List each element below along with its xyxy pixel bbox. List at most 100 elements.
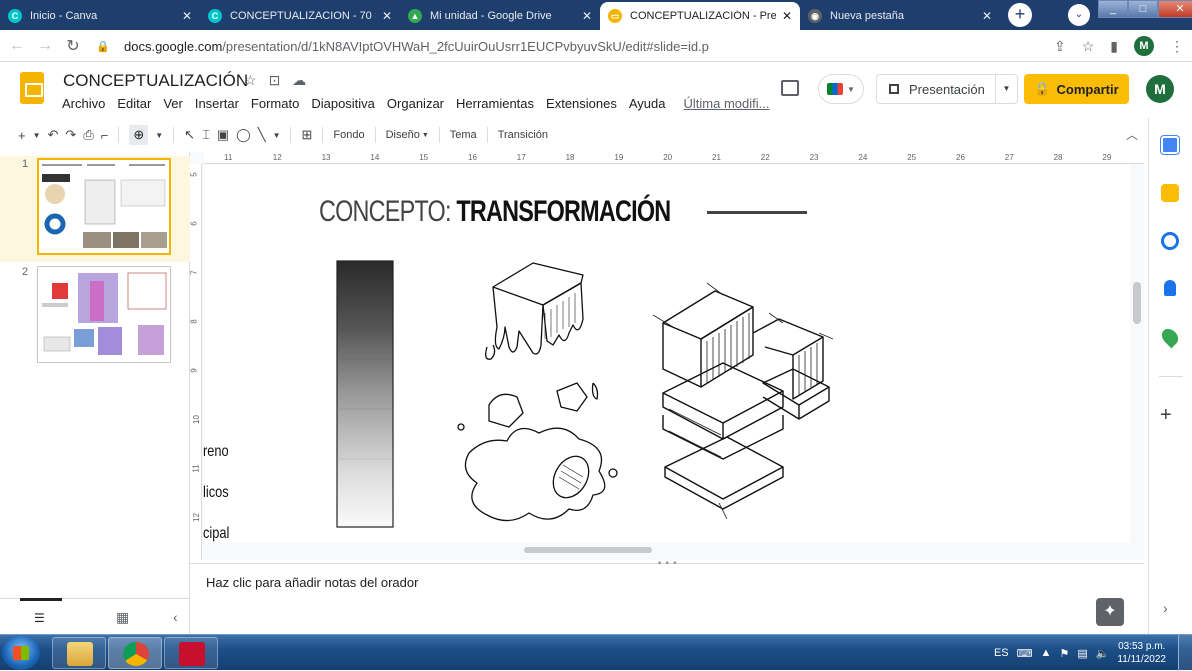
slide-thumbnail-1[interactable] — [37, 158, 171, 255]
expand-panel-icon[interactable]: › — [1163, 600, 1168, 616]
forward-icon[interactable]: → — [34, 37, 56, 55]
close-tab-icon[interactable]: ✕ — [382, 9, 392, 23]
slide-canvas[interactable]: 11 12 13 14 15 16 17 18 19 20 21 22 23 24 25 26 27 28 29 5… — [190, 152, 1144, 560]
keyboard-icon[interactable]: ⌨ — [1017, 647, 1033, 660]
minimize-button[interactable]: _ — [1098, 0, 1128, 18]
start-button[interactable] — [2, 636, 40, 670]
browser-tab[interactable]: ▲ Mi unidad - Google Drive ✕ — [400, 2, 600, 30]
new-tab-button[interactable]: + — [1008, 3, 1032, 27]
maximize-button[interactable]: □ — [1128, 0, 1158, 18]
menu-item[interactable]: Editar — [117, 96, 151, 111]
browser-tab[interactable]: ▭ CONCEPTUALIZACIÓN - Prese ✕ — [600, 2, 800, 30]
transition-button[interactable]: Transición — [498, 129, 548, 141]
share-page-icon[interactable]: ⇪ — [1054, 38, 1066, 55]
close-tab-icon[interactable]: ✕ — [582, 9, 592, 23]
account-avatar[interactable]: M — [1146, 75, 1174, 103]
slide-title[interactable]: CONCEPTO: TRANSFORMACIÓN — [319, 195, 671, 229]
shape-icon[interactable]: ◯ — [236, 127, 251, 143]
image-icon[interactable]: ▣ — [217, 127, 229, 143]
network-icon[interactable]: ▤ — [1077, 647, 1087, 660]
menu-item[interactable]: Herramientas — [456, 96, 534, 111]
speaker-notes[interactable]: • • • Haz clic para añadir notas del ora… — [190, 558, 1144, 634]
clock[interactable]: 03:53 p.m. 11/11/2022 — [1117, 640, 1166, 666]
vertical-scrollbar[interactable] — [1133, 282, 1141, 324]
bookmark-star-icon[interactable]: ☆ — [1082, 38, 1095, 55]
collapse-filmstrip-icon[interactable]: ‹ — [173, 609, 178, 625]
explore-icon[interactable]: ✦ — [1096, 598, 1124, 626]
speaker-notes-placeholder[interactable]: Haz clic para añadir notas del orador — [206, 575, 418, 590]
calendar-icon[interactable] — [1161, 136, 1179, 154]
vertical-ruler[interactable]: 5 6 7 8 9 10 11 12 — [190, 164, 202, 560]
share-button[interactable]: 🔒 Compartir — [1024, 74, 1129, 104]
volume-icon[interactable]: 🔈 — [1096, 647, 1110, 660]
browser-tab[interactable]: ◉ Nueva pestaña ✕ — [800, 2, 1000, 30]
tray-expand-icon[interactable]: ▲ — [1041, 647, 1052, 659]
close-tab-icon[interactable]: ✕ — [182, 9, 192, 23]
language-indicator[interactable]: ES — [994, 647, 1009, 659]
browser-menu-icon[interactable]: ⋮ — [1170, 38, 1184, 55]
slide-thumbnail-2[interactable] — [37, 266, 171, 363]
menu-item[interactable]: Archivo — [62, 96, 105, 111]
close-tab-icon[interactable]: ✕ — [982, 9, 992, 23]
browser-tab[interactable]: C CONCEPTUALIZACION - 70 × ✕ — [200, 2, 400, 30]
background-button[interactable]: Fondo — [333, 129, 364, 141]
zoom-dropdown-icon[interactable]: ▼ — [155, 131, 163, 140]
profile-avatar[interactable]: M — [1134, 36, 1154, 56]
browser-tab[interactable]: C Inicio - Canva ✕ — [0, 2, 200, 30]
undo-icon[interactable]: ↶ — [48, 127, 59, 143]
menu-item[interactable]: Diapositiva — [311, 96, 375, 111]
url-input[interactable]: 🔒 docs.google.com/presentation/d/1kN8AVI… — [96, 34, 1036, 58]
present-button[interactable]: Presentación ▼ — [876, 74, 1018, 104]
maps-icon[interactable] — [1158, 325, 1182, 349]
text-box-icon[interactable]: ⌶ — [202, 127, 210, 143]
paint-format-icon[interactable]: ⌐ — [101, 128, 109, 143]
star-icon[interactable]: ☆ — [244, 72, 257, 89]
last-edit-link[interactable]: Última modifi... — [684, 96, 770, 111]
grid-view-icon[interactable]: ▦ — [116, 609, 129, 626]
contacts-icon[interactable] — [1164, 280, 1176, 296]
theme-button[interactable]: Tema — [450, 129, 477, 141]
move-folder-icon[interactable]: ⊡ — [269, 72, 281, 89]
layout-button[interactable]: Diseño — [386, 129, 420, 141]
comment-history-icon[interactable] — [781, 80, 799, 96]
layout-dropdown-icon[interactable]: ▼ — [422, 132, 429, 139]
tab-search-icon[interactable]: ⌄ — [1068, 4, 1090, 26]
meet-button[interactable]: ▼ — [818, 74, 864, 104]
melting-cube-sketch[interactable] — [453, 257, 623, 527]
slide-side-label[interactable]: cipal — [203, 525, 229, 543]
zoom-icon[interactable]: ⊕ — [129, 125, 149, 145]
list-view-icon[interactable]: ☰ — [20, 598, 62, 625]
gradient-swatch-sketch[interactable] — [333, 259, 397, 531]
horizontal-ruler[interactable]: 11 12 13 14 15 16 17 18 19 20 21 22 23 24 25 26 27 28 29 — [204, 152, 1144, 164]
slide-side-label[interactable]: reno — [203, 443, 229, 461]
line-dropdown-icon[interactable]: ▼ — [273, 131, 281, 140]
get-addons-icon[interactable]: + — [1160, 404, 1172, 427]
close-tab-icon[interactable]: ✕ — [782, 9, 792, 23]
cloud-status-icon[interactable]: ☁ — [292, 72, 306, 89]
tasks-icon[interactable] — [1161, 232, 1179, 250]
collapse-toolbar-icon[interactable]: ︿ — [1126, 126, 1138, 143]
horizontal-scrollbar[interactable] — [524, 547, 652, 553]
new-slide-dropdown-icon[interactable]: ▼ — [33, 131, 41, 140]
slide-1[interactable]: CONCEPTO: TRANSFORMACIÓN reno licos cipa… — [203, 165, 1130, 543]
comment-add-icon[interactable]: ⊞ — [301, 127, 312, 143]
flag-icon[interactable]: ⚑ — [1059, 647, 1069, 660]
slides-logo-icon[interactable] — [20, 72, 44, 104]
back-icon[interactable]: ← — [6, 37, 28, 55]
close-window-button[interactable]: ✕ — [1158, 0, 1192, 18]
taskbar-chrome[interactable] — [108, 637, 162, 669]
menu-item[interactable]: Organizar — [387, 96, 444, 111]
new-slide-icon[interactable]: + — [18, 128, 26, 143]
present-options-dropdown[interactable]: ▼ — [995, 75, 1017, 103]
document-title[interactable]: CONCEPTUALIZACIÓN — [63, 71, 248, 91]
slide-side-label[interactable]: licos — [203, 484, 229, 502]
notes-resize-handle[interactable]: • • • — [658, 558, 677, 568]
taskbar-explorer[interactable] — [52, 637, 106, 669]
taskbar-acrobat[interactable] — [164, 637, 218, 669]
reload-icon[interactable]: ↻ — [62, 36, 84, 56]
show-desktop-button[interactable] — [1178, 635, 1192, 671]
menu-item[interactable]: Ver — [163, 96, 183, 111]
menu-item[interactable]: Formato — [251, 96, 299, 111]
title-underline[interactable] — [707, 211, 807, 214]
print-icon[interactable]: ⎙ — [83, 127, 93, 143]
